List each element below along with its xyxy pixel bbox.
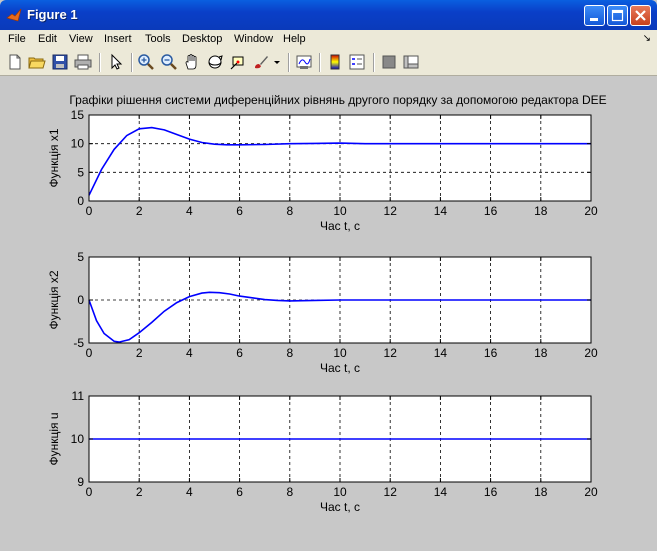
menu-bar: File Edit View Insert Tools Desktop Wind… xyxy=(0,30,657,49)
window-title: Figure 1 xyxy=(27,7,78,22)
title-bar[interactable]: Figure 1 xyxy=(0,0,657,30)
show-plot-tools-icon[interactable] xyxy=(402,53,420,71)
x-tick-label: 0 xyxy=(86,485,93,499)
print-icon[interactable] xyxy=(74,53,92,71)
y-tick-label: 0 xyxy=(77,194,84,208)
dock-arrow-icon[interactable]: ↘ xyxy=(643,33,651,44)
x-tick-label: 10 xyxy=(333,485,347,499)
x-tick-label: 10 xyxy=(333,346,347,360)
toolbar-separator xyxy=(99,53,101,72)
y-tick-label: 15 xyxy=(71,108,85,122)
y-axis-label: Функція u xyxy=(47,412,61,465)
data-cursor-icon[interactable] xyxy=(229,53,247,71)
minimize-button[interactable] xyxy=(584,5,605,26)
x-tick-label: 12 xyxy=(384,204,398,218)
x-tick-label: 20 xyxy=(584,485,598,499)
toolbar-separator xyxy=(131,53,133,72)
x-tick-label: 18 xyxy=(534,204,548,218)
subplot-3[interactable]: 0 2 4 6 8 10 12 14 16 18 20 9 10 11 Час t, c Функція u xyxy=(47,389,598,514)
x-tick-label: 14 xyxy=(434,346,448,360)
menu-insert[interactable]: Insert xyxy=(104,33,132,45)
close-icon xyxy=(635,10,646,21)
y-tick-label: 11 xyxy=(72,389,85,403)
menu-file[interactable]: File xyxy=(8,33,26,45)
save-icon[interactable] xyxy=(51,53,69,71)
y-tick-label: 5 xyxy=(77,250,84,264)
figure-canvas: Графіки рішення системи диференційних рі… xyxy=(4,77,653,546)
x-tick-label: 8 xyxy=(286,346,293,360)
close-button[interactable] xyxy=(630,5,651,26)
y-tick-label: 0 xyxy=(77,293,84,307)
x-tick-label: 16 xyxy=(484,346,498,360)
subplot-1[interactable]: 0 2 4 6 8 10 12 14 16 18 20 0 5 10 15 Час t, c Функція x… xyxy=(47,108,598,233)
zoom-out-icon[interactable] xyxy=(160,53,178,71)
x-tick-label: 4 xyxy=(186,485,193,499)
menu-tools[interactable]: Tools xyxy=(145,33,171,45)
x-tick-label: 16 xyxy=(484,485,498,499)
x-tick-label: 20 xyxy=(584,346,598,360)
x-tick-label: 12 xyxy=(384,346,398,360)
y-axis-label: Функція x2 xyxy=(47,270,61,329)
toolbar-separator xyxy=(319,53,321,72)
x-tick-label: 2 xyxy=(136,346,143,360)
maximize-icon xyxy=(611,9,624,22)
y-tick-label: 10 xyxy=(71,432,85,446)
x-tick-label: 8 xyxy=(286,485,293,499)
menu-edit[interactable]: Edit xyxy=(38,33,57,45)
x-tick-label: 14 xyxy=(434,485,448,499)
x-tick-label: 4 xyxy=(186,204,193,218)
matlab-icon xyxy=(6,8,22,22)
new-file-icon[interactable] xyxy=(6,53,24,71)
figure-toolbar xyxy=(0,49,657,76)
menu-help[interactable]: Help xyxy=(283,33,306,45)
subplot-2[interactable]: 0 2 4 6 8 10 12 14 16 18 20-505Час t, cФункція x2 xyxy=(47,250,598,375)
x-axis-label: Час t, c xyxy=(320,500,360,514)
colorbar-icon[interactable] xyxy=(326,53,344,71)
open-file-icon[interactable] xyxy=(28,53,46,71)
x-tick-label: 6 xyxy=(236,204,243,218)
toolbar-separator xyxy=(373,53,375,72)
hide-plot-tools-icon[interactable] xyxy=(380,53,398,71)
brush-icon[interactable] xyxy=(252,53,270,71)
pan-hand-icon[interactable] xyxy=(183,53,201,71)
arrow-cursor-icon[interactable] xyxy=(107,53,125,71)
x-tick-label: 2 xyxy=(136,204,143,218)
link-plot-icon[interactable] xyxy=(295,53,313,71)
x-tick-label: 14 xyxy=(434,204,448,218)
y-tick-label: 5 xyxy=(77,165,84,179)
menu-view[interactable]: View xyxy=(69,33,93,45)
minimize-icon xyxy=(590,18,598,21)
menu-window[interactable]: Window xyxy=(234,33,273,45)
x-axis-label: Час t, c xyxy=(320,361,360,375)
x-tick-label: 0 xyxy=(86,346,93,360)
maximize-button[interactable] xyxy=(607,5,628,26)
figure-title: Графіки рішення системи диференційних рі… xyxy=(69,93,606,107)
legend-icon[interactable] xyxy=(348,53,366,71)
y-tick-label: -5 xyxy=(73,336,84,350)
x-tick-label: 4 xyxy=(186,346,193,360)
x-tick-label: 0 xyxy=(86,204,93,218)
x-tick-label: 6 xyxy=(236,346,243,360)
toolbar-separator xyxy=(288,53,290,72)
rotate-3d-icon[interactable] xyxy=(206,53,224,71)
x-tick-label: 20 xyxy=(584,204,598,218)
figure-plots: Графіки рішення системи диференційних рі… xyxy=(47,93,607,514)
menu-desktop[interactable]: Desktop xyxy=(182,33,222,45)
x-tick-label: 2 xyxy=(136,485,143,499)
x-tick-label: 8 xyxy=(286,204,293,218)
x-axis-label: Час t, c xyxy=(320,219,360,233)
y-tick-label: 9 xyxy=(77,475,84,489)
x-tick-label: 18 xyxy=(534,485,548,499)
x-tick-label: 16 xyxy=(484,204,498,218)
x-tick-label: 18 xyxy=(534,346,548,360)
y-axis-label: Функція x1 xyxy=(47,128,61,187)
x-tick-label: 6 xyxy=(236,485,243,499)
y-tick-label: 10 xyxy=(71,137,85,151)
chevron-down-icon[interactable] xyxy=(272,53,282,71)
zoom-in-icon[interactable] xyxy=(137,53,155,71)
x-tick-label: 10 xyxy=(333,204,347,218)
x-tick-label: 12 xyxy=(384,485,398,499)
